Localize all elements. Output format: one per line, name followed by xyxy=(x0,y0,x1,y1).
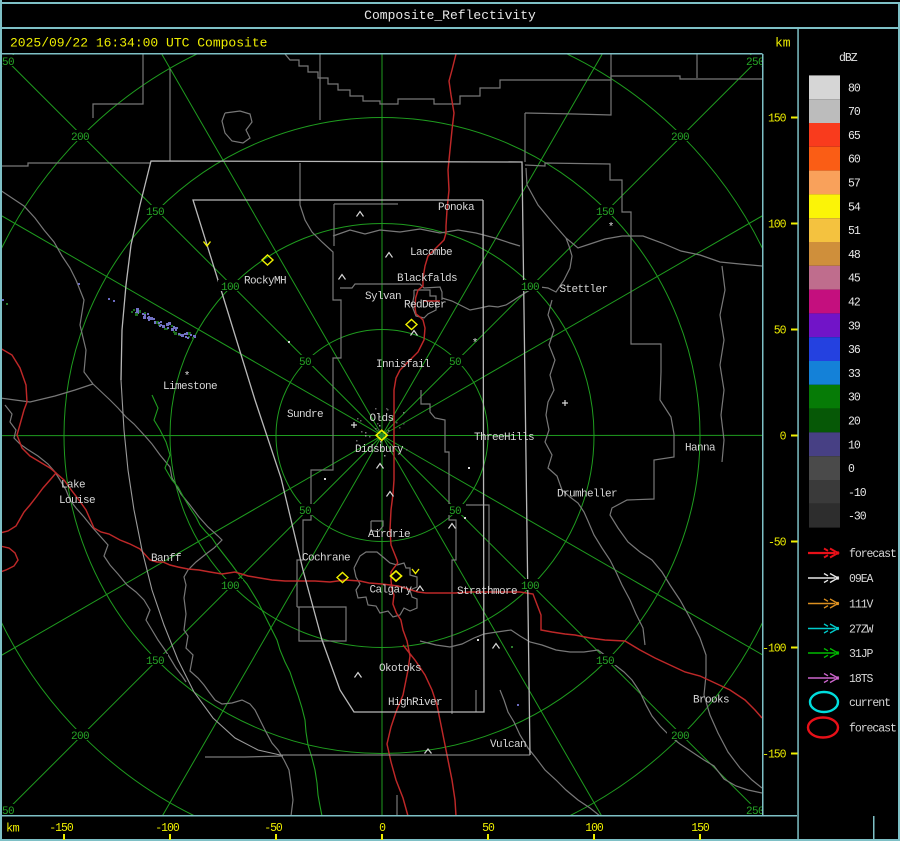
svg-text:Composite_Reflectivity: Composite_Reflectivity xyxy=(364,8,536,23)
svg-text:250: 250 xyxy=(0,57,14,69)
svg-text:Vulcan: Vulcan xyxy=(490,739,526,751)
svg-text:18TS: 18TS xyxy=(849,673,874,686)
svg-text:-100: -100 xyxy=(762,643,787,656)
svg-text:80: 80 xyxy=(848,82,861,95)
svg-text:Strathmore: Strathmore xyxy=(457,586,517,598)
svg-text:150: 150 xyxy=(596,207,614,219)
svg-text:*: * xyxy=(472,338,479,350)
svg-text:HighRiver: HighRiver xyxy=(388,697,442,709)
svg-text:Stettler: Stettler xyxy=(560,284,608,296)
svg-text:31JP: 31JP xyxy=(849,648,874,661)
svg-text:km: km xyxy=(775,36,791,51)
svg-text:39: 39 xyxy=(848,320,861,333)
svg-text:current: current xyxy=(849,697,890,710)
svg-text:33: 33 xyxy=(848,368,861,381)
svg-text:Cochrane: Cochrane xyxy=(302,553,350,565)
svg-text:200: 200 xyxy=(671,731,689,743)
svg-text:09EA: 09EA xyxy=(849,573,874,586)
svg-text:200: 200 xyxy=(71,731,89,743)
svg-text:150: 150 xyxy=(768,113,787,126)
svg-text:36: 36 xyxy=(848,344,861,357)
svg-text:Blackfalds: Blackfalds xyxy=(397,273,457,285)
svg-text:150: 150 xyxy=(596,656,614,668)
svg-text:100: 100 xyxy=(521,282,539,294)
svg-text:100: 100 xyxy=(521,581,539,593)
svg-text:50: 50 xyxy=(774,325,787,338)
svg-text:Brooks: Brooks xyxy=(693,695,729,707)
svg-text:Airdrie: Airdrie xyxy=(368,529,410,541)
svg-text:Lake: Lake xyxy=(61,480,85,492)
svg-text:20: 20 xyxy=(848,416,861,429)
svg-text:RockyMH: RockyMH xyxy=(244,276,286,288)
svg-text:-50: -50 xyxy=(264,822,283,835)
svg-text:ThreeHills: ThreeHills xyxy=(474,432,534,444)
svg-text:100: 100 xyxy=(221,282,239,294)
svg-text:60: 60 xyxy=(848,154,861,167)
svg-text:50: 50 xyxy=(449,506,461,518)
svg-text:Calgary: Calgary xyxy=(370,585,413,597)
svg-text:Banff: Banff xyxy=(151,553,181,565)
svg-text:Olds: Olds xyxy=(370,413,394,425)
svg-text:150: 150 xyxy=(146,656,164,668)
svg-text:km: km xyxy=(6,822,20,836)
svg-text:150: 150 xyxy=(146,207,164,219)
svg-text:forecast: forecast xyxy=(849,548,896,561)
svg-text:45: 45 xyxy=(848,273,861,286)
svg-text:-10: -10 xyxy=(848,487,867,500)
svg-text:200: 200 xyxy=(71,132,89,144)
svg-text:150: 150 xyxy=(691,822,710,835)
svg-text:70: 70 xyxy=(848,106,861,119)
svg-text:Sylvan: Sylvan xyxy=(365,291,401,303)
svg-text:10: 10 xyxy=(848,439,861,452)
svg-text:Hanna: Hanna xyxy=(685,443,716,455)
svg-text:50: 50 xyxy=(299,357,311,369)
svg-text:111V: 111V xyxy=(849,599,874,612)
svg-text:250: 250 xyxy=(746,57,764,69)
svg-text:57: 57 xyxy=(848,178,860,191)
svg-text:51: 51 xyxy=(848,225,861,238)
svg-text:100: 100 xyxy=(585,822,604,835)
svg-text:Drumheller: Drumheller xyxy=(557,489,617,501)
svg-text:2025/09/22 16:34:00 UTC Compos: 2025/09/22 16:34:00 UTC Composite xyxy=(10,36,267,51)
svg-text:Innisfail: Innisfail xyxy=(376,359,430,371)
svg-text:Sundre: Sundre xyxy=(287,409,323,421)
svg-text:100: 100 xyxy=(221,581,239,593)
svg-text:30: 30 xyxy=(848,392,861,405)
svg-text:-100: -100 xyxy=(155,822,180,835)
svg-text:forecast: forecast xyxy=(849,723,896,736)
svg-text:200: 200 xyxy=(671,132,689,144)
svg-text:-150: -150 xyxy=(762,749,787,762)
svg-text:RedDeer: RedDeer xyxy=(404,300,446,312)
svg-text:50: 50 xyxy=(482,822,495,835)
svg-text:Didsbury: Didsbury xyxy=(355,444,404,456)
svg-text:50: 50 xyxy=(449,357,461,369)
svg-text:Louise: Louise xyxy=(59,495,95,507)
svg-text:-150: -150 xyxy=(49,822,74,835)
svg-text:48: 48 xyxy=(848,249,861,262)
svg-text:-30: -30 xyxy=(848,511,867,524)
svg-text:27ZW: 27ZW xyxy=(849,624,874,637)
svg-text:-50: -50 xyxy=(768,537,787,550)
svg-text:65: 65 xyxy=(848,130,861,143)
svg-text:50: 50 xyxy=(299,506,311,518)
svg-text:*: * xyxy=(184,371,191,383)
svg-text:Lacombe: Lacombe xyxy=(410,247,452,259)
svg-text:54: 54 xyxy=(848,201,861,214)
svg-text:Okotoks: Okotoks xyxy=(379,663,421,675)
svg-text:100: 100 xyxy=(768,219,787,232)
svg-text:*: * xyxy=(608,222,615,234)
svg-text:dBZ: dBZ xyxy=(839,52,858,65)
svg-text:Ponoka: Ponoka xyxy=(438,202,475,214)
svg-text:42: 42 xyxy=(848,297,861,310)
